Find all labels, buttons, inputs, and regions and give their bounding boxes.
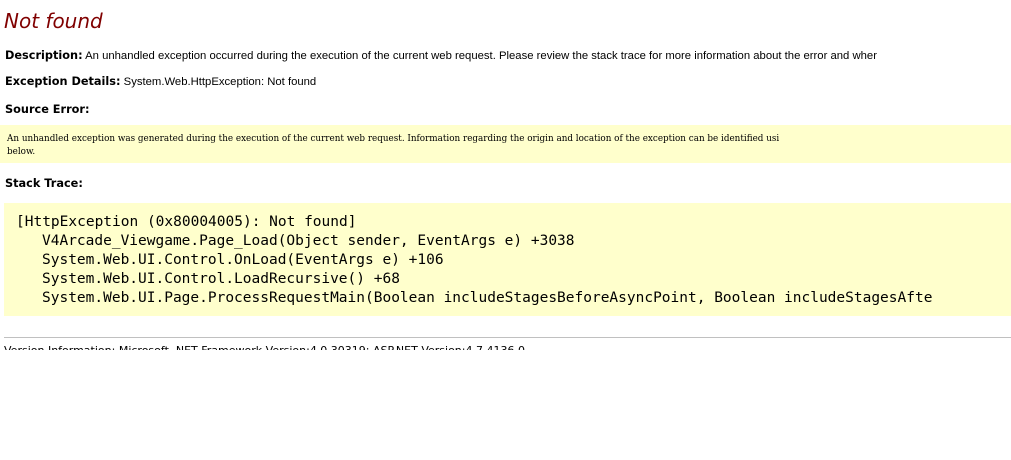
description-text: An unhandled exception occurred during t… [85, 50, 877, 62]
source-error-box: An unhandled exception was generated dur… [0, 125, 1011, 163]
stack-trace-frame: V4Arcade_Viewgame.Page_Load(Object sende… [42, 233, 575, 249]
stack-trace-frame: System.Web.UI.Control.LoadRecursive() +6… [42, 271, 400, 287]
source-error-line: An unhandled exception was generated dur… [7, 134, 780, 144]
stack-trace-label: Stack Trace: [5, 177, 83, 190]
exception-details-label: Exception Details: [5, 75, 121, 88]
stack-trace-exception: [HttpException (0x80004005): Not found] [16, 214, 357, 230]
exception-details-line: Exception Details: System.Web.HttpExcept… [5, 75, 316, 89]
stack-trace-frame: System.Web.UI.Control.OnLoad(EventArgs e… [42, 252, 444, 268]
stack-trace-box: [HttpException (0x80004005): Not found] … [4, 203, 1011, 316]
error-page: Not found Description: An unhandled exce… [0, 0, 1011, 460]
version-information-clipped: Version Information: Microsoft .NET Fram… [4, 344, 1011, 350]
source-error-line: below. [7, 147, 36, 157]
exception-details-text: System.Web.HttpException: Not found [123, 76, 317, 88]
version-information-text: Version Information: Microsoft .NET Fram… [4, 344, 525, 350]
page-title: Not found [4, 9, 103, 33]
stack-trace-frame: System.Web.UI.Page.ProcessRequestMain(Bo… [42, 290, 933, 306]
description-line: Description: An unhandled exception occu… [5, 49, 877, 63]
source-error-label: Source Error: [5, 103, 90, 116]
description-label: Description: [5, 49, 83, 62]
footer-divider [4, 337, 1011, 338]
